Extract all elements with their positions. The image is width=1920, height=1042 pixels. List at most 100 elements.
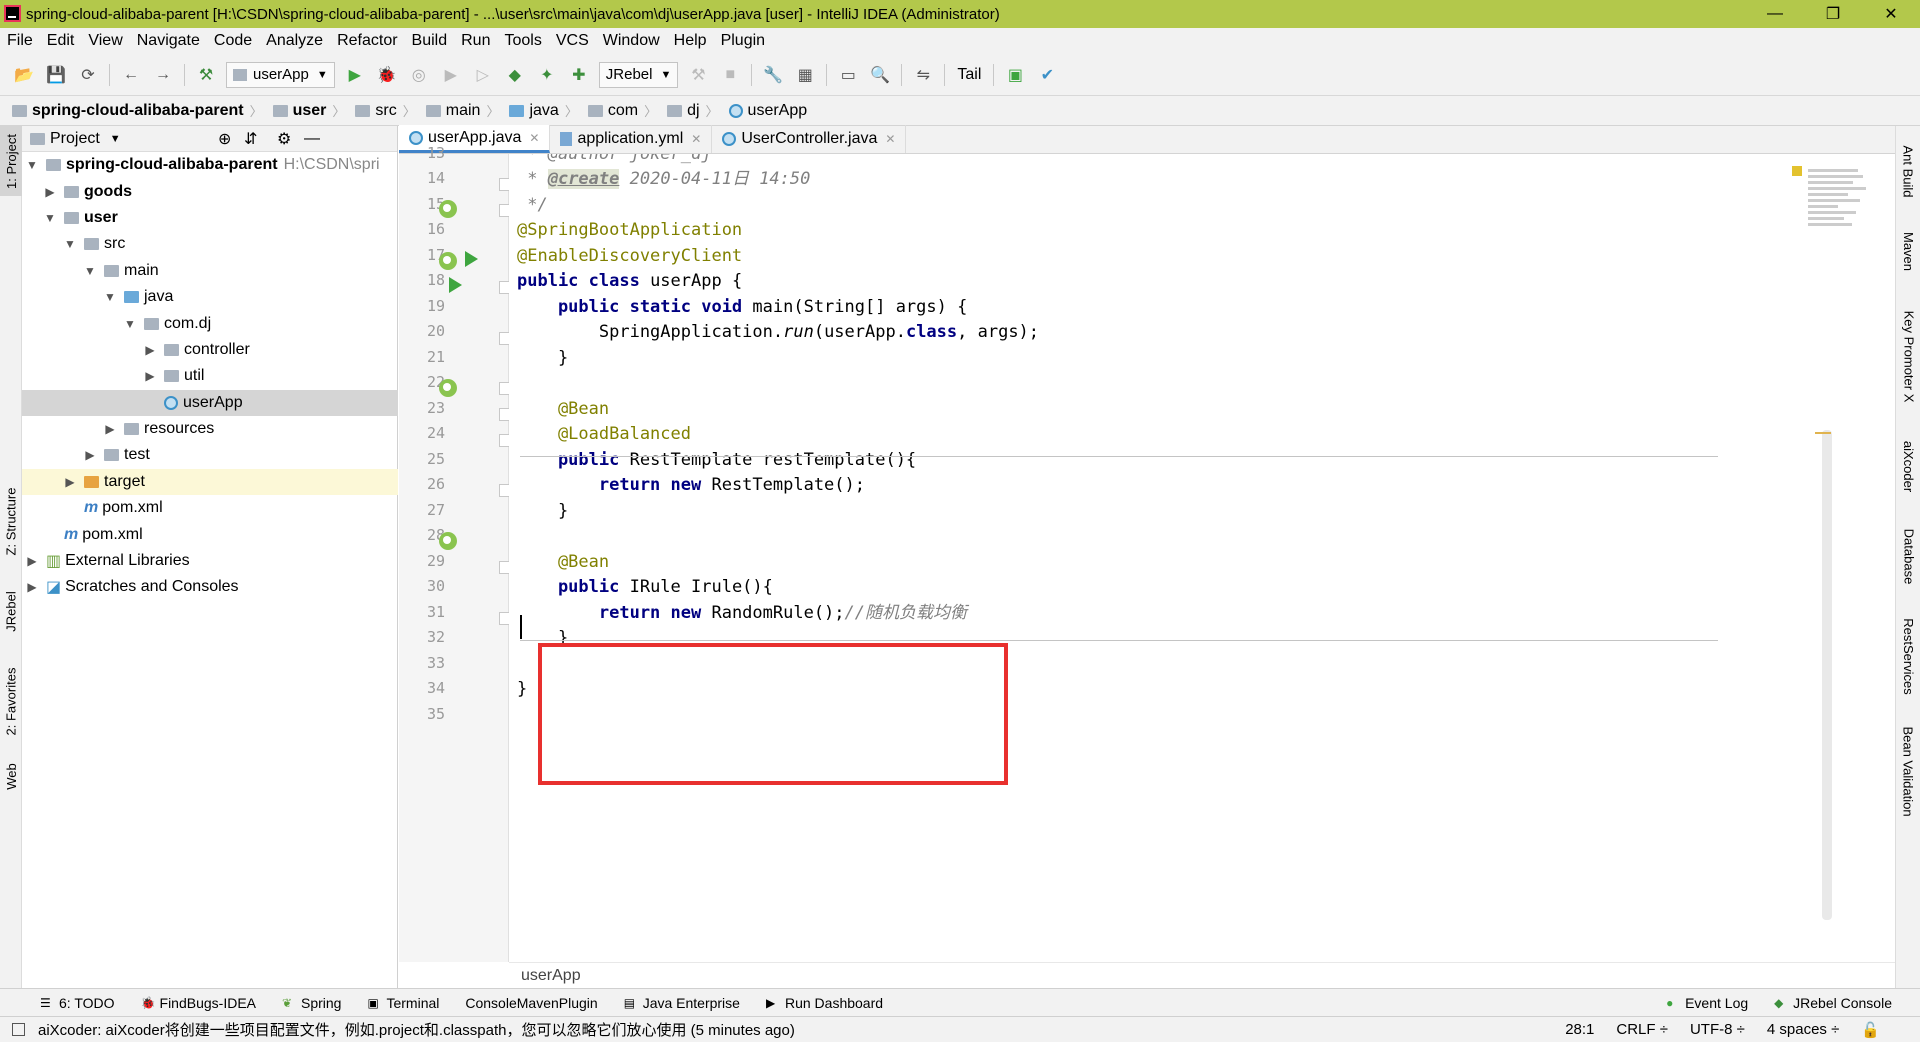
tree-item-userapp[interactable]: userApp bbox=[22, 389, 398, 416]
close-icon[interactable]: ✕ bbox=[885, 132, 895, 146]
project-panel-title[interactable]: Project bbox=[50, 130, 100, 148]
menu-plugin[interactable]: Plugin bbox=[714, 32, 772, 50]
coverage-icon[interactable]: ◎ bbox=[406, 62, 432, 88]
menu-window[interactable]: Window bbox=[596, 32, 667, 50]
menu-view[interactable]: View bbox=[81, 32, 129, 50]
gear-icon[interactable]: ⚙ bbox=[277, 129, 291, 149]
chevron-down-icon[interactable]: ▼ bbox=[24, 158, 40, 172]
crumb-com[interactable]: com 〉 bbox=[587, 101, 663, 120]
chevron-down-icon[interactable]: ▼ bbox=[102, 290, 118, 304]
back-arrow-icon[interactable]: ← bbox=[118, 62, 144, 88]
editor-breadcrumb[interactable]: userApp bbox=[509, 962, 1895, 988]
tool-todo[interactable]: ☰ 6: TODO bbox=[40, 995, 115, 1011]
tab-aixcoder[interactable]: aiXcoder bbox=[1896, 426, 1920, 506]
forward-arrow-icon[interactable]: → bbox=[150, 62, 176, 88]
jrebel-run-icon[interactable]: ◆ bbox=[502, 62, 528, 88]
close-icon[interactable]: ✕ bbox=[529, 131, 539, 145]
menu-vcs[interactable]: VCS bbox=[549, 32, 596, 50]
tree-item-main[interactable]: ▼ main bbox=[22, 258, 398, 284]
crumb-user[interactable]: user 〉 bbox=[272, 101, 352, 120]
run-config-select[interactable]: userApp ▼ bbox=[226, 61, 335, 88]
stop-icon[interactable]: ■ bbox=[717, 62, 743, 88]
save-icon[interactable]: 💾 bbox=[43, 62, 69, 88]
tool-consolemaven[interactable]: ConsoleMavenPlugin bbox=[465, 995, 597, 1011]
run-gutter-icon[interactable] bbox=[449, 277, 462, 293]
menu-analyze[interactable]: Analyze bbox=[259, 32, 330, 50]
tool-event-log[interactable]: ● Event Log bbox=[1666, 995, 1748, 1011]
crumb-dj[interactable]: dj 〉 bbox=[667, 101, 724, 120]
tab-ant-build[interactable]: Ant Build bbox=[1896, 136, 1920, 206]
status-message[interactable]: aiXcoder: aiXcoder将创建一些项目配置文件，例如.project… bbox=[38, 1019, 1565, 1040]
tab-restservices[interactable]: RestServices bbox=[1896, 606, 1920, 706]
menu-file[interactable]: File bbox=[0, 32, 40, 50]
chevron-down-icon[interactable]: ▼ bbox=[122, 317, 138, 331]
indent-setting[interactable]: 4 spaces ÷ bbox=[1767, 1021, 1839, 1038]
statistic-chart-icon[interactable]: ▣ bbox=[1002, 62, 1028, 88]
tree-item-resources[interactable]: ▶ resources bbox=[22, 416, 398, 442]
hammer-disabled-icon[interactable]: ⚒ bbox=[685, 62, 711, 88]
collapse-all-icon[interactable]: ⇵ bbox=[244, 129, 257, 149]
chevron-right-icon[interactable]: ▶ bbox=[142, 343, 158, 357]
menu-navigate[interactable]: Navigate bbox=[130, 32, 207, 50]
code-editor[interactable]: * @author joker_dj * @create 2020-04-11日… bbox=[509, 154, 1895, 962]
tab-favorites[interactable]: 2: Favorites bbox=[0, 656, 22, 746]
tree-item-user-pom[interactable]: m pom.xml bbox=[22, 495, 398, 521]
tree-item-java[interactable]: ▼ java bbox=[22, 284, 398, 310]
code-minimap[interactable] bbox=[1808, 166, 1868, 286]
chevron-down-icon[interactable]: ▼ bbox=[62, 237, 78, 251]
spring-bean-gutter-icon[interactable] bbox=[439, 200, 457, 218]
tool-findbugs[interactable]: 🐞 FindBugs-IDEA bbox=[141, 995, 256, 1011]
tree-item-target[interactable]: ▶ target bbox=[22, 468, 398, 496]
vcs-icon[interactable]: ⇋ bbox=[910, 62, 936, 88]
tree-item-user[interactable]: ▼ user bbox=[22, 205, 398, 231]
chevron-down-icon[interactable]: ▼ bbox=[82, 264, 98, 278]
tree-item-test[interactable]: ▶ test bbox=[22, 442, 398, 468]
locate-icon[interactable]: ⊕ bbox=[218, 129, 231, 149]
tool-jrebel-console[interactable]: ◆ JRebel Console bbox=[1774, 995, 1892, 1011]
menu-edit[interactable]: Edit bbox=[40, 32, 82, 50]
jrebel-update-icon[interactable]: ✚ bbox=[566, 62, 592, 88]
tab-application-yml[interactable]: application.yml ✕ bbox=[550, 125, 713, 153]
tab-database[interactable]: Database bbox=[1896, 516, 1920, 596]
lock-icon[interactable]: 🔓 bbox=[1861, 1021, 1880, 1039]
crumb-src[interactable]: src 〉 bbox=[355, 101, 421, 120]
chevron-right-icon[interactable]: ▶ bbox=[42, 185, 58, 199]
debug-bug-icon[interactable]: 🐞 bbox=[374, 62, 400, 88]
menu-build[interactable]: Build bbox=[405, 32, 455, 50]
file-encoding[interactable]: UTF-8 ÷ bbox=[1690, 1021, 1745, 1038]
run-icon[interactable]: ▶ bbox=[342, 62, 368, 88]
tab-structure[interactable]: Z: Structure bbox=[0, 476, 22, 566]
warning-marker-icon[interactable] bbox=[1792, 166, 1802, 176]
tab-project[interactable]: 1: Project bbox=[0, 126, 22, 196]
project-structure-icon[interactable]: ▦ bbox=[792, 62, 818, 88]
terminal-window-icon[interactable]: ▭ bbox=[835, 62, 861, 88]
menu-code[interactable]: Code bbox=[207, 32, 259, 50]
tail-button[interactable]: Tail bbox=[953, 62, 985, 88]
run-gutter-icon[interactable] bbox=[465, 251, 478, 267]
sync-icon[interactable]: ⟳ bbox=[75, 62, 101, 88]
chevron-down-icon[interactable]: ▼ bbox=[42, 211, 58, 225]
crumb-java[interactable]: java 〉 bbox=[509, 101, 583, 120]
chevron-right-icon[interactable]: ▶ bbox=[142, 369, 158, 383]
tab-key-promoter[interactable]: Key Promoter X bbox=[1896, 296, 1920, 416]
check-circle-icon[interactable]: ✔ bbox=[1034, 62, 1060, 88]
close-button[interactable]: ✕ bbox=[1862, 4, 1920, 24]
tool-spring[interactable]: ❦ Spring bbox=[282, 995, 341, 1011]
maximize-button[interactable]: ❐ bbox=[1804, 4, 1862, 24]
tool-terminal[interactable]: ▣ Terminal bbox=[367, 995, 439, 1011]
menu-tools[interactable]: Tools bbox=[497, 32, 548, 50]
menu-run[interactable]: Run bbox=[454, 32, 497, 50]
tab-usercontroller-java[interactable]: UserController.java ✕ bbox=[712, 125, 907, 153]
jrebel-debug-icon[interactable]: ✦ bbox=[534, 62, 560, 88]
crumb-project[interactable]: spring-cloud-alibaba-parent 〉 bbox=[12, 101, 269, 120]
hide-panel-icon[interactable]: — bbox=[304, 130, 320, 148]
tab-maven[interactable]: Maven bbox=[1896, 216, 1920, 286]
minimize-button[interactable]: — bbox=[1746, 5, 1804, 23]
tree-item-external-libraries[interactable]: ▶ ▥ External Libraries bbox=[22, 548, 398, 574]
profiler-icon[interactable]: ▷ bbox=[470, 62, 496, 88]
tree-item-root[interactable]: ▼ spring-cloud-alibaba-parent H:\CSDN\spri bbox=[22, 152, 398, 178]
open-folder-icon[interactable]: 📂 bbox=[11, 62, 37, 88]
tool-java-enterprise[interactable]: ▤ Java Enterprise bbox=[624, 995, 740, 1011]
chevron-right-icon[interactable]: ▶ bbox=[82, 448, 98, 462]
tab-bean-validation[interactable]: Bean Validation bbox=[1896, 716, 1920, 826]
